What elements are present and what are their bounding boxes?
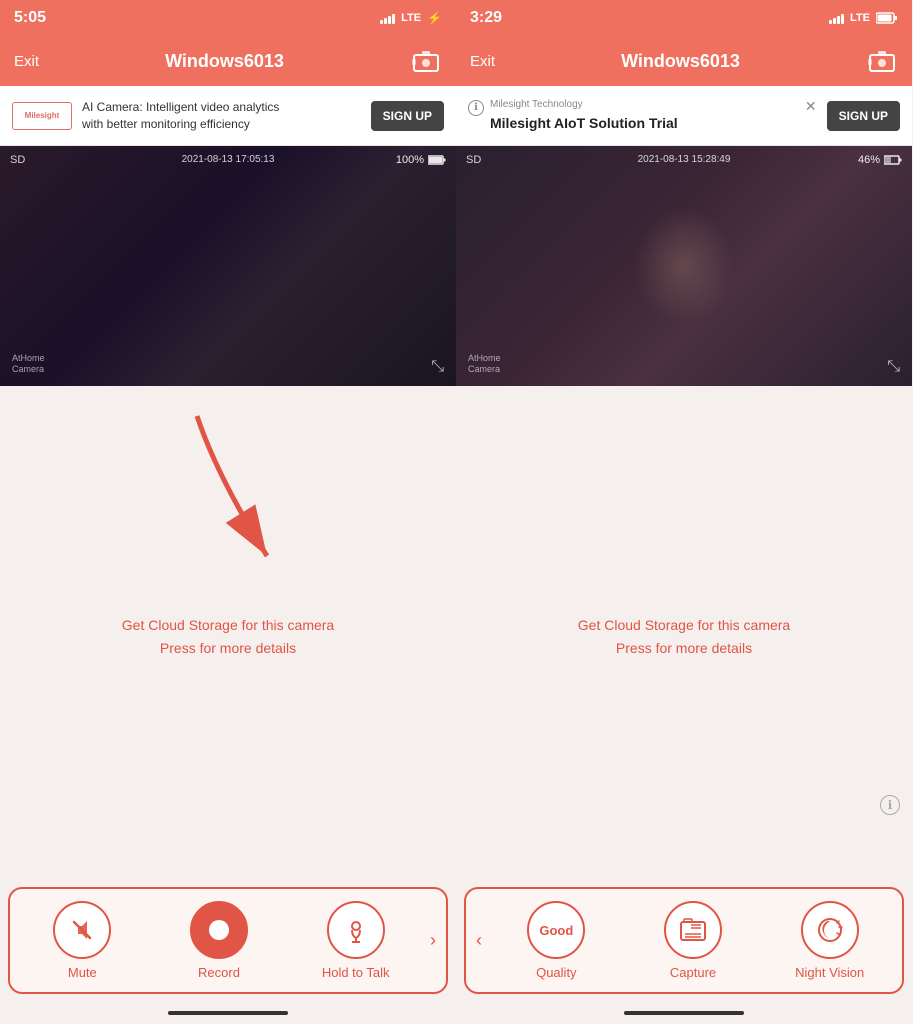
left-status-icons: LTE ⚡ (380, 11, 442, 25)
left-nav-camera-icon[interactable] (410, 45, 442, 77)
night-vision-label: Night Vision (795, 965, 864, 980)
mute-label: Mute (68, 965, 97, 980)
left-exit-button[interactable]: Exit (14, 53, 39, 70)
quality-label: Quality (536, 965, 576, 980)
left-lte-label: LTE (401, 12, 421, 24)
left-home-bar (0, 1002, 456, 1024)
red-arrow-icon (137, 396, 337, 596)
left-camera-timestamp: 2021-08-13 17:05:13 (182, 154, 275, 165)
capture-button[interactable]: Capture (627, 901, 760, 980)
record-label: Record (198, 965, 240, 980)
right-cloud-storage-text[interactable]: Get Cloud Storage for this camera Press … (578, 614, 790, 659)
right-status-bar: 3:29 LTE (456, 0, 912, 36)
right-exit-button[interactable]: Exit (470, 53, 495, 70)
left-bottom-toolbar: Mute Record Hold to Talk (8, 887, 448, 994)
left-status-bar: 5:05 LTE ⚡ (0, 0, 456, 36)
right-home-bar-line (624, 1011, 744, 1015)
quality-button[interactable]: Good Quality (490, 901, 623, 980)
hold-to-talk-label: Hold to Talk (322, 965, 390, 980)
record-button[interactable]: Record (153, 901, 286, 980)
right-camera-logo: AtHome Camera (468, 353, 501, 376)
left-main-content: Get Cloud Storage for this camera Press … (0, 386, 456, 887)
left-ad-logo: Milesight (12, 102, 72, 130)
night-vision-button-circle[interactable] (801, 901, 859, 959)
left-home-bar-line (168, 1011, 288, 1015)
left-ad-text: AI Camera: Intelligent video analytics w… (82, 99, 361, 133)
left-signal-icon (380, 12, 395, 24)
right-status-icons: LTE (829, 12, 898, 24)
right-top-nav: Exit Windows6013 (456, 36, 912, 86)
right-ad-info-icon: ℹ (468, 100, 484, 116)
right-ad-close-button[interactable]: ✕ (805, 98, 817, 115)
left-nav-title: Windows6013 (165, 51, 284, 72)
right-camera-battery: 46% (858, 154, 902, 166)
hold-to-talk-button[interactable]: Hold to Talk (289, 901, 422, 980)
right-nav-camera-icon[interactable] (866, 45, 898, 77)
left-sd-label: SD (10, 154, 25, 166)
night-vision-button[interactable]: Night Vision (763, 901, 896, 980)
hold-to-talk-button-circle[interactable] (327, 901, 385, 959)
left-camera-logo: AtHome Camera (12, 353, 45, 376)
right-expand-icon[interactable]: ⤡ (887, 358, 900, 376)
left-battery-icon: ⚡ (427, 11, 442, 25)
left-expand-icon[interactable]: ⤡ (431, 358, 444, 376)
right-sd-label: SD (466, 154, 481, 166)
left-ad-banner[interactable]: Milesight AI Camera: Intelligent video a… (0, 86, 456, 146)
quality-button-circle[interactable]: Good (527, 901, 585, 959)
right-phone-panel: 3:29 LTE Exit Windows6013 (456, 0, 912, 1024)
right-lte-label: LTE (850, 12, 870, 24)
record-button-circle[interactable] (190, 901, 248, 959)
right-battery-icon (876, 12, 898, 24)
left-camera-feed: SD 2021-08-13 17:05:13 100% AtHome Camer… (0, 146, 456, 386)
left-time: 5:05 (14, 9, 46, 27)
toolbar-arrow-left[interactable]: ‹ (472, 930, 486, 951)
capture-label: Capture (670, 965, 716, 980)
right-ad-banner[interactable]: ℹ Milesight Technology Milesight AIoT So… (456, 86, 912, 146)
info-badge-icon[interactable]: ℹ (880, 795, 900, 815)
right-signup-button[interactable]: SIGN UP (827, 101, 900, 131)
left-top-nav: Exit Windows6013 (0, 36, 456, 86)
right-signal-icon (829, 12, 844, 24)
right-bottom-toolbar: ‹ Good Quality Capture (464, 887, 904, 994)
capture-button-circle[interactable] (664, 901, 722, 959)
right-ad-text: Milesight Technology Milesight AIoT Solu… (490, 98, 795, 134)
mute-button-circle[interactable] (53, 901, 111, 959)
left-signup-button[interactable]: SIGN UP (371, 101, 444, 131)
right-camera-feed: SD 2021-08-13 15:28:49 46% AtHome Camera… (456, 146, 912, 386)
toolbar-arrow-right[interactable]: › (426, 930, 440, 951)
left-phone-panel: 5:05 LTE ⚡ Exit Windows6013 M (0, 0, 456, 1024)
left-camera-battery: 100% (396, 154, 446, 166)
right-main-content: Get Cloud Storage for this camera Press … (456, 386, 912, 887)
right-time: 3:29 (470, 9, 502, 27)
left-cloud-storage-text[interactable]: Get Cloud Storage for this camera Press … (122, 614, 334, 659)
right-home-bar (456, 1002, 912, 1024)
right-nav-title: Windows6013 (621, 51, 740, 72)
right-camera-timestamp: 2021-08-13 15:28:49 (638, 154, 731, 165)
mute-button[interactable]: Mute (16, 901, 149, 980)
